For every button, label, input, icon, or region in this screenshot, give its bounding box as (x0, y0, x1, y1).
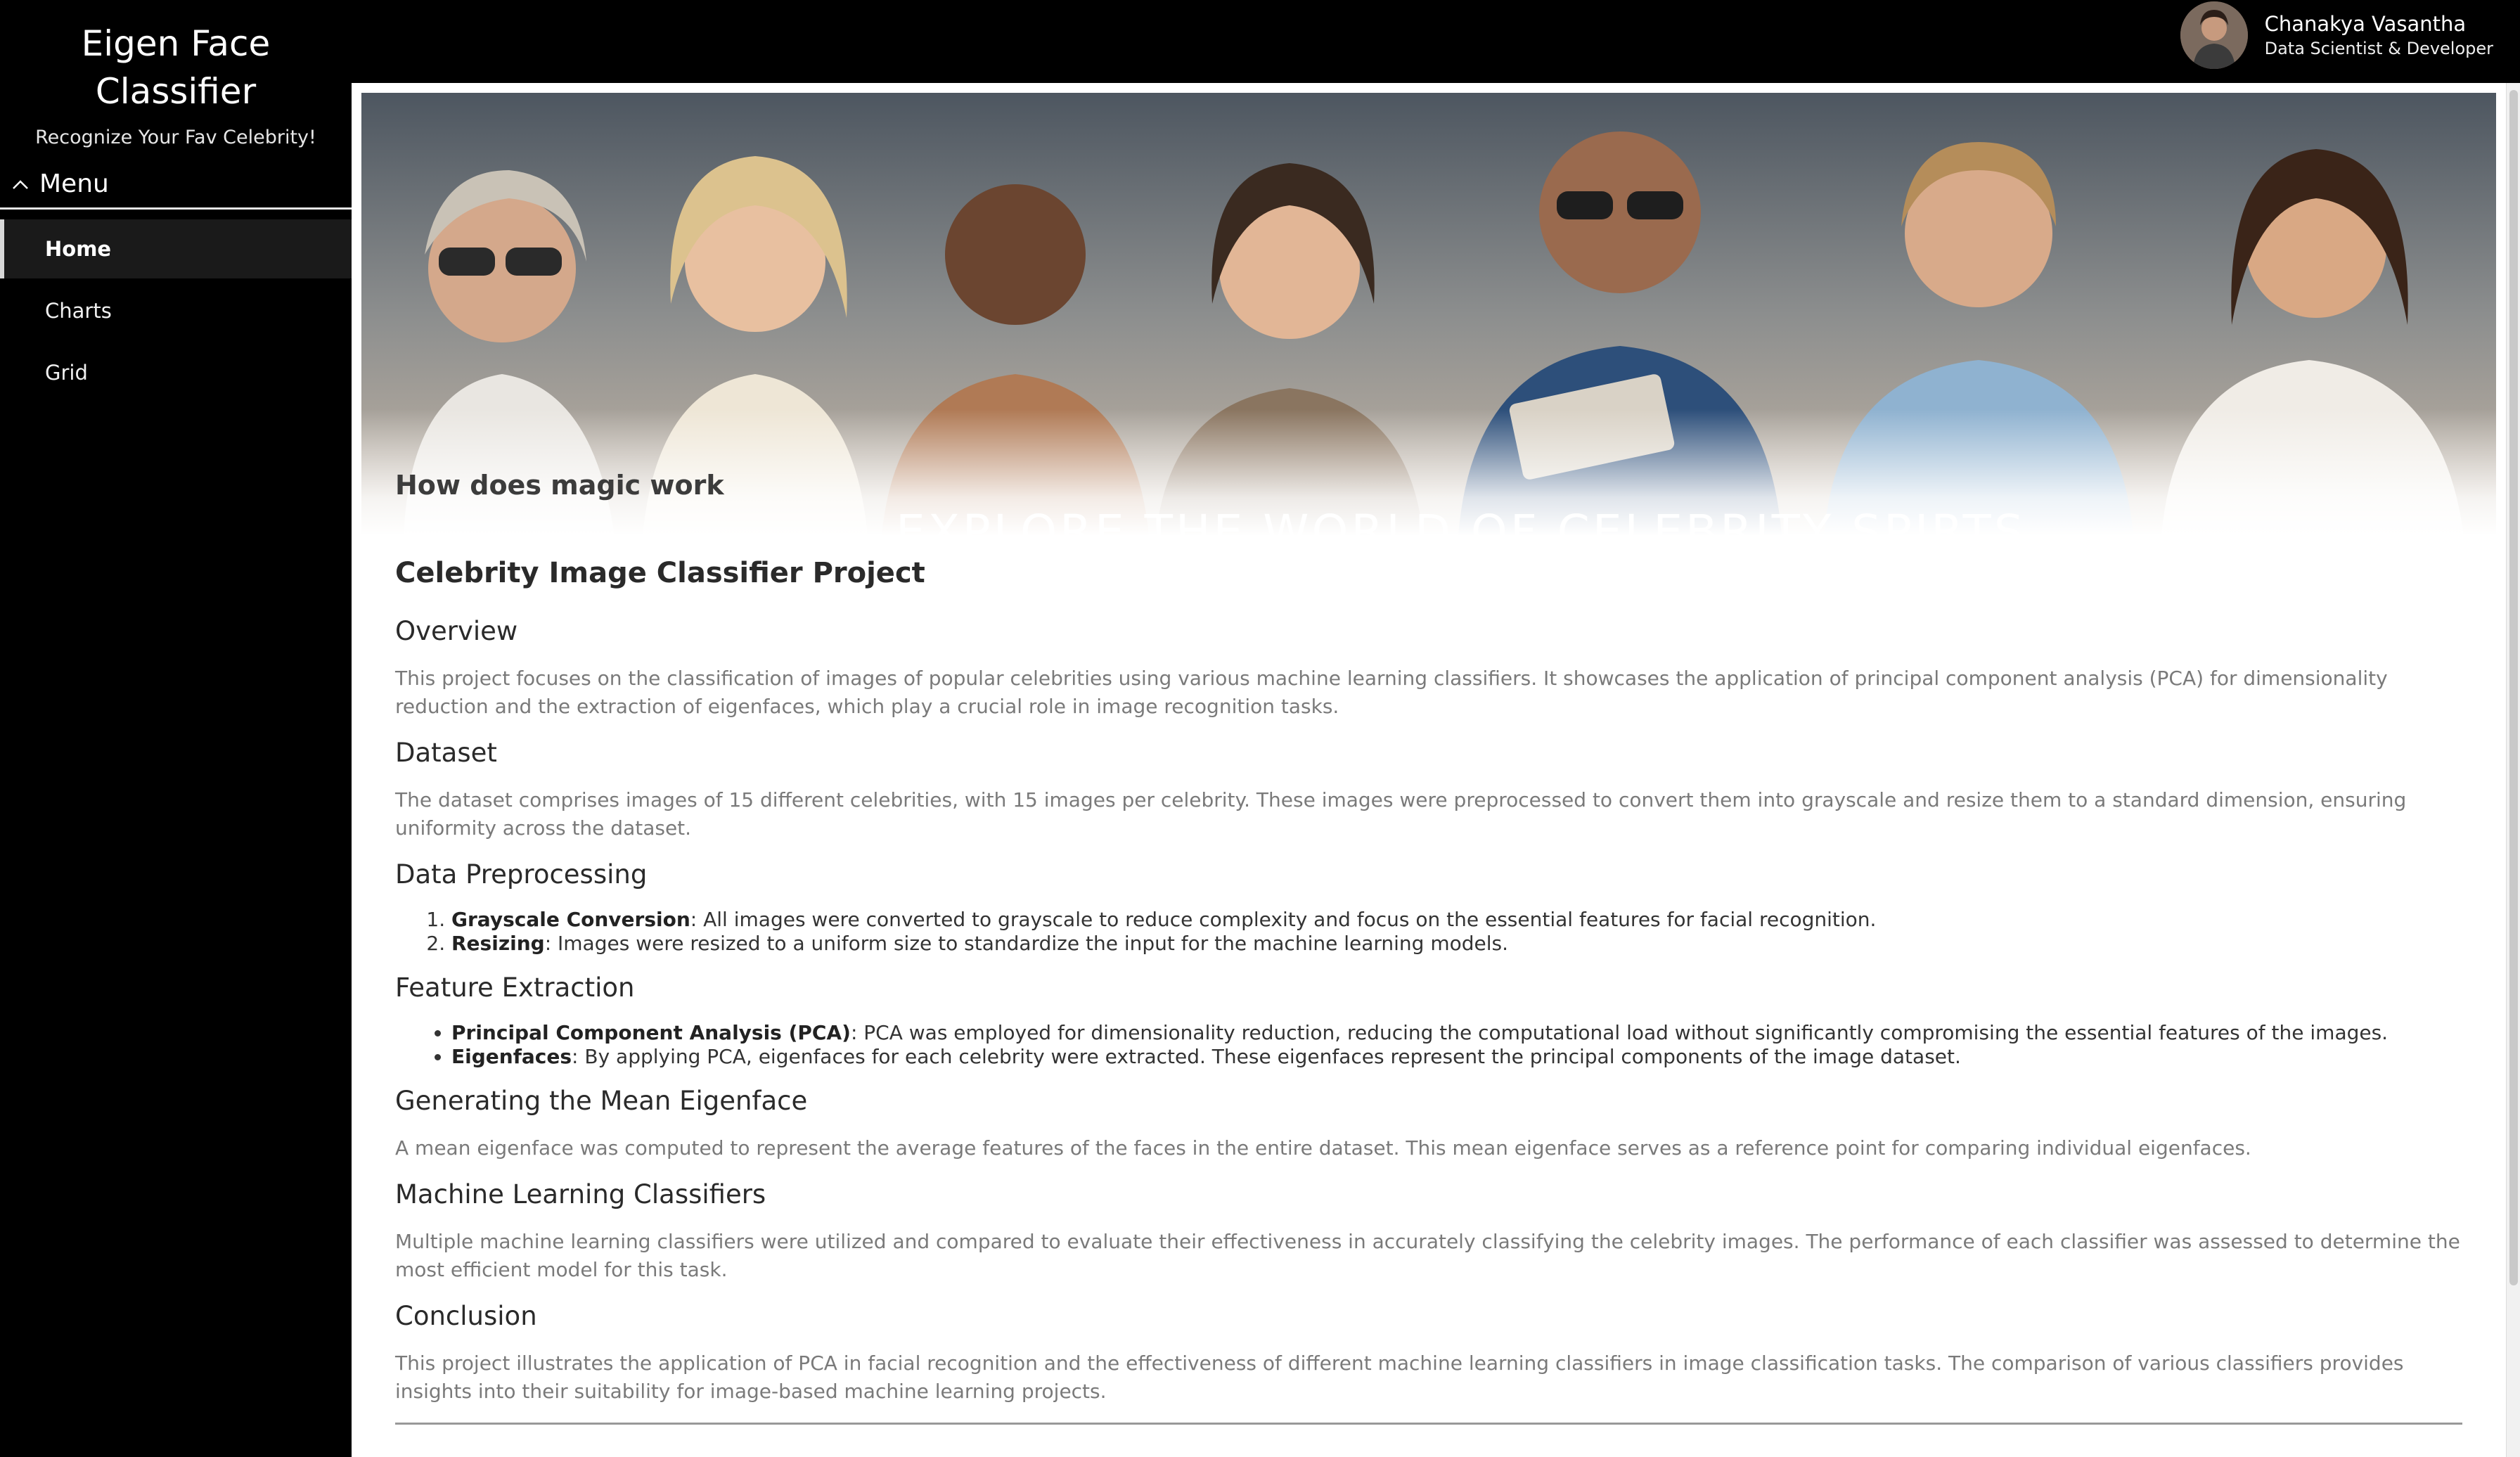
app-title-line2: Classifier (95, 71, 257, 112)
list-item-text: : All images were converted to grayscale… (690, 908, 1877, 931)
sidebar: Eigen Face Classifier Recognize Your Fav… (0, 0, 352, 1457)
sidebar-item-label: Charts (45, 299, 112, 323)
article: Celebrity Image Classifier Project Overv… (361, 536, 2496, 1425)
list-item-text: : PCA was employed for dimensionality re… (850, 1021, 2389, 1044)
section-text-dataset: The dataset comprises images of 15 diffe… (395, 788, 2407, 840)
user-role: Data Scientist & Developer (2264, 39, 2493, 58)
list-item: Grayscale Conversion: All images were co… (451, 908, 2462, 932)
list-item: Principal Component Analysis (PCA): PCA … (451, 1021, 2462, 1045)
preprocessing-list: Grayscale Conversion: All images were co… (451, 908, 2462, 956)
chevron-up-icon (10, 174, 31, 195)
sidebar-item-grid[interactable]: Grid (0, 343, 352, 402)
user-info: Chanakya Vasantha Data Scientist & Devel… (2265, 12, 2493, 58)
list-item-term: Principal Component Analysis (PCA) (451, 1021, 851, 1044)
sidebar-item-charts[interactable]: Charts (0, 281, 352, 340)
menu-label: Menu (39, 169, 109, 198)
section-heading-mean-eigenface: Generating the Mean Eigenface (395, 1086, 808, 1116)
sidebar-item-label: Grid (45, 361, 88, 385)
user-profile[interactable]: Chanakya Vasantha Data Scientist & Devel… (2180, 0, 2493, 70)
avatar (2180, 1, 2248, 69)
scrollbar-thumb[interactable] (2509, 90, 2518, 1285)
section-heading-overview: Overview (395, 616, 518, 646)
banner-tagline: EXPLORE THE WORLD OF CELEBRITY SPIRTS (896, 505, 2026, 536)
section-text-classifiers: Multiple machine learning classifiers we… (395, 1230, 2460, 1281)
page-scrollbar[interactable] (2506, 83, 2520, 1457)
article-title: Celebrity Image Classifier Project (395, 557, 925, 589)
user-name: Chanakya Vasantha (2264, 12, 2467, 36)
app-title: Eigen Face Classifier (0, 20, 352, 115)
section-heading-conclusion: Conclusion (395, 1301, 537, 1331)
list-item-text: : Images were resized to a uniform size … (544, 932, 1509, 955)
list-item: Resizing: Images were resized to a unifo… (451, 932, 2462, 956)
top-bar: Chanakya Vasantha Data Scientist & Devel… (352, 0, 2520, 83)
section-heading-classifiers: Machine Learning Classifiers (395, 1179, 766, 1209)
list-item-term: Resizing (451, 932, 545, 955)
sidebar-item-home[interactable]: Home (0, 219, 352, 278)
menu-toggle[interactable]: Menu (0, 160, 352, 210)
list-item: Eigenfaces: By applying PCA, eigenfaces … (451, 1045, 2462, 1069)
sidebar-item-label: Home (45, 237, 112, 261)
section-text-conclusion: This project illustrates the application… (395, 1352, 2404, 1403)
app-subtitle: Recognize Your Fav Celebrity! (35, 127, 316, 148)
section-text-mean-eigenface: A mean eigenface was computed to represe… (395, 1136, 2251, 1160)
list-item-text: : By applying PCA, eigenfaces for each c… (572, 1045, 1961, 1068)
section-heading-preprocessing: Data Preprocessing (395, 859, 648, 890)
section-heading-features: Feature Extraction (395, 973, 635, 1003)
section-heading-dataset: Dataset (395, 738, 497, 768)
banner-heading: How does magic work (395, 470, 724, 501)
divider (395, 1423, 2462, 1425)
list-item-term: Eigenfaces (451, 1045, 572, 1068)
section-text-overview: This project focuses on the classificati… (395, 667, 2388, 718)
brand: Eigen Face Classifier Recognize Your Fav… (0, 0, 352, 148)
main-content: How does magic work EXPLORE THE WORLD OF… (352, 83, 2506, 1457)
hero-banner: How does magic work EXPLORE THE WORLD OF… (361, 93, 2496, 536)
app-title-line1: Eigen Face (81, 23, 271, 64)
sidebar-nav: Home Charts Grid (0, 219, 352, 405)
list-item-term: Grayscale Conversion (451, 908, 690, 931)
features-list: Principal Component Analysis (PCA): PCA … (451, 1021, 2462, 1069)
